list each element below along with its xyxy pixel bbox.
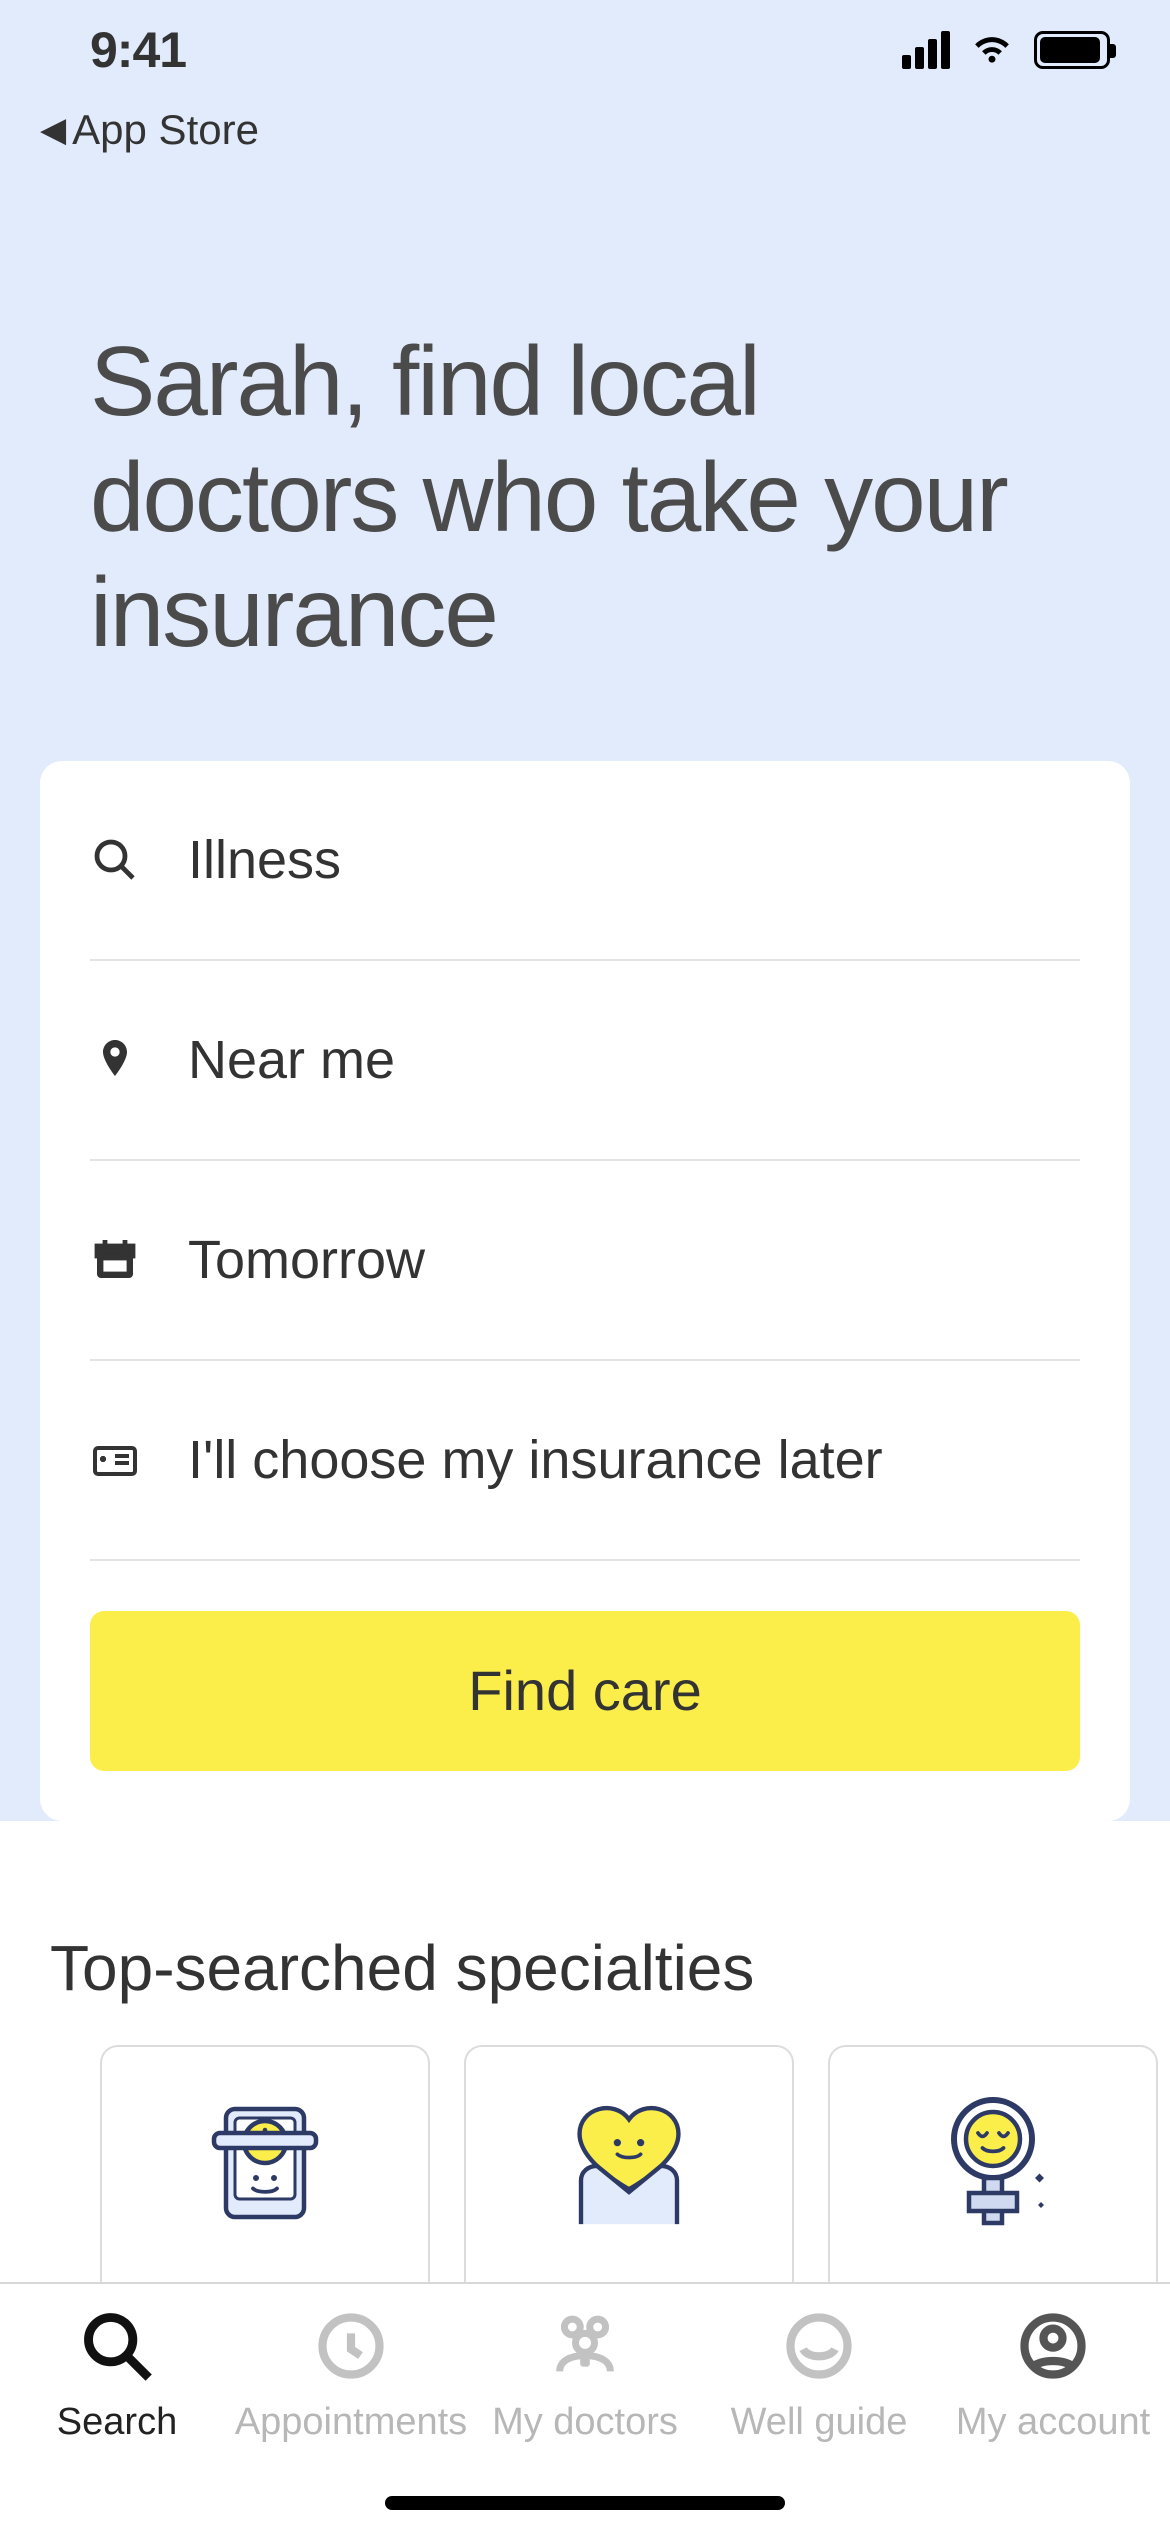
- battery-icon: [1034, 31, 1110, 69]
- date-value: Tomorrow: [188, 1229, 425, 1291]
- tab-appointments[interactable]: Appointments: [246, 2308, 456, 2444]
- search-icon: [90, 836, 140, 884]
- doctors-group-icon: [547, 2308, 623, 2389]
- specialties-heading: Top-searched specialties: [0, 1931, 1170, 2045]
- smile-circle-icon: [781, 2308, 857, 2389]
- date-field[interactable]: Tomorrow: [90, 1161, 1080, 1361]
- search-card: Illness Near me Tomorrow I'll choose my …: [40, 761, 1130, 1821]
- tab-bar: Search Appointments My doctors Well guid…: [0, 2282, 1170, 2532]
- location-value: Near me: [188, 1029, 395, 1091]
- insurance-card-icon: [90, 1436, 140, 1484]
- wifi-icon: [970, 26, 1014, 75]
- calendar-icon: [90, 1236, 140, 1284]
- back-caret-icon: ◀: [40, 110, 66, 150]
- status-bar: 9:41: [0, 0, 1170, 100]
- condition-field[interactable]: Illness: [90, 761, 1080, 961]
- obgyn-icon: [918, 2071, 1068, 2255]
- find-care-label: Find care: [468, 1658, 701, 1723]
- tab-label: Appointments: [235, 2401, 467, 2444]
- tab-my-doctors[interactable]: My doctors: [480, 2308, 690, 2444]
- back-to-app-store[interactable]: ◀ App Store: [0, 106, 1170, 154]
- clock-icon: [313, 2308, 389, 2389]
- tab-well-guide[interactable]: Well guide: [714, 2308, 924, 2444]
- tab-label: Well guide: [731, 2401, 908, 2444]
- status-time: 9:41: [90, 21, 186, 79]
- tab-search[interactable]: Search: [12, 2308, 222, 2444]
- search-icon: [79, 2308, 155, 2389]
- tab-label: My account: [956, 2401, 1150, 2444]
- insurance-value: I'll choose my insurance later: [188, 1429, 883, 1491]
- back-to-app-store-label: App Store: [72, 106, 259, 154]
- tab-label: Search: [57, 2401, 177, 2444]
- tab-my-account[interactable]: My account: [948, 2308, 1158, 2444]
- condition-value: Illness: [188, 829, 341, 891]
- home-indicator[interactable]: [385, 2496, 785, 2510]
- location-pin-icon: [90, 1036, 140, 1084]
- tab-label: My doctors: [492, 2401, 678, 2444]
- primary-care-icon: [549, 2071, 709, 2255]
- video-visit-icon: [190, 2071, 340, 2255]
- cellular-signal-icon: [902, 31, 950, 69]
- account-circle-icon: [1015, 2308, 1091, 2389]
- location-field[interactable]: Near me: [90, 961, 1080, 1161]
- insurance-field[interactable]: I'll choose my insurance later: [90, 1361, 1080, 1561]
- page-headline: Sarah, find local doctors who take your …: [0, 154, 1170, 761]
- find-care-button[interactable]: Find care: [90, 1611, 1080, 1771]
